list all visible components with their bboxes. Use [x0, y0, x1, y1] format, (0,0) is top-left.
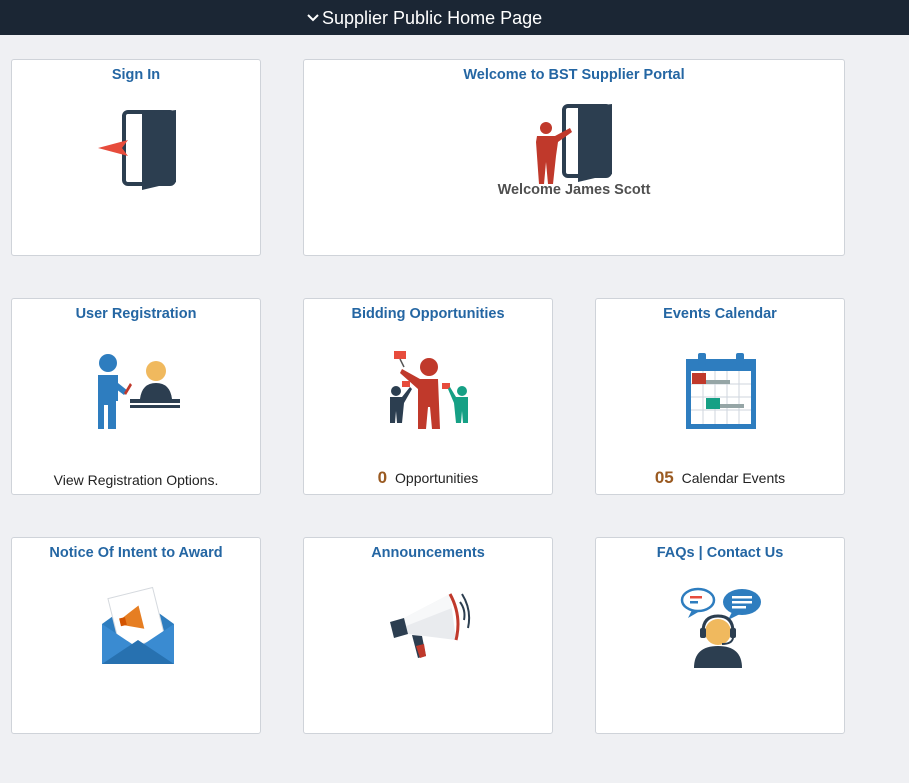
tile-bidding-opportunities[interactable]: Bidding Opportunities 0 Opportunities: [303, 298, 553, 495]
tile-footer: 05 Calendar Events: [596, 468, 844, 488]
header-bar: Supplier Public Home Page: [0, 0, 909, 35]
tile-title: Notice Of Intent to Award: [49, 545, 223, 561]
tile-user-registration[interactable]: User Registration View Registration Opti…: [11, 298, 261, 495]
opportunities-label: Opportunities: [395, 470, 479, 486]
person-door-icon: [536, 104, 612, 184]
calendar-events-label: Calendar Events: [681, 470, 786, 486]
page-title-dropdown[interactable]: Supplier Public Home Page: [306, 7, 542, 29]
registration-desk-icon: [98, 354, 180, 429]
opportunities-count: 0: [377, 468, 388, 487]
tile-footer: 0 Opportunities: [304, 468, 552, 488]
tile-title: User Registration: [75, 306, 197, 322]
registration-footer-text: View Registration Options.: [53, 472, 219, 488]
megaphone-icon: [390, 593, 471, 658]
welcome-user-name: Welcome James Scott: [497, 182, 651, 198]
envelope-megaphone-icon: [102, 586, 174, 664]
tile-title: Sign In: [111, 67, 161, 83]
tile-title: Welcome to BST Supplier Portal: [463, 67, 685, 83]
bidding-people-icon: [390, 351, 468, 429]
chevron-down-icon: [307, 14, 319, 22]
tile-footer: View Registration Options.: [12, 470, 260, 490]
calendar-icon: [686, 353, 756, 429]
tile-sign-in[interactable]: Sign In: [11, 59, 261, 256]
calendar-events-count: 05: [654, 468, 674, 487]
tile-title: Events Calendar: [663, 306, 777, 322]
tile-notice-of-intent[interactable]: Notice Of Intent to Award: [11, 537, 261, 734]
tile-title: Bidding Opportunities: [351, 306, 505, 322]
page-title: Supplier Public Home Page: [322, 8, 543, 28]
tile-events-calendar[interactable]: Events Calendar 05 Calendar Events: [595, 298, 845, 495]
tile-announcements[interactable]: Announcements: [303, 537, 553, 734]
support-agent-icon: [680, 587, 761, 668]
tile-faqs-contact[interactable]: FAQs | Contact Us: [595, 537, 845, 734]
tile-title: FAQs | Contact Us: [656, 545, 784, 561]
tile-welcome[interactable]: Welcome to BST Supplier Portal Welcome J…: [303, 59, 845, 256]
door-enter-icon: [98, 110, 176, 190]
tile-title: Announcements: [371, 545, 485, 561]
